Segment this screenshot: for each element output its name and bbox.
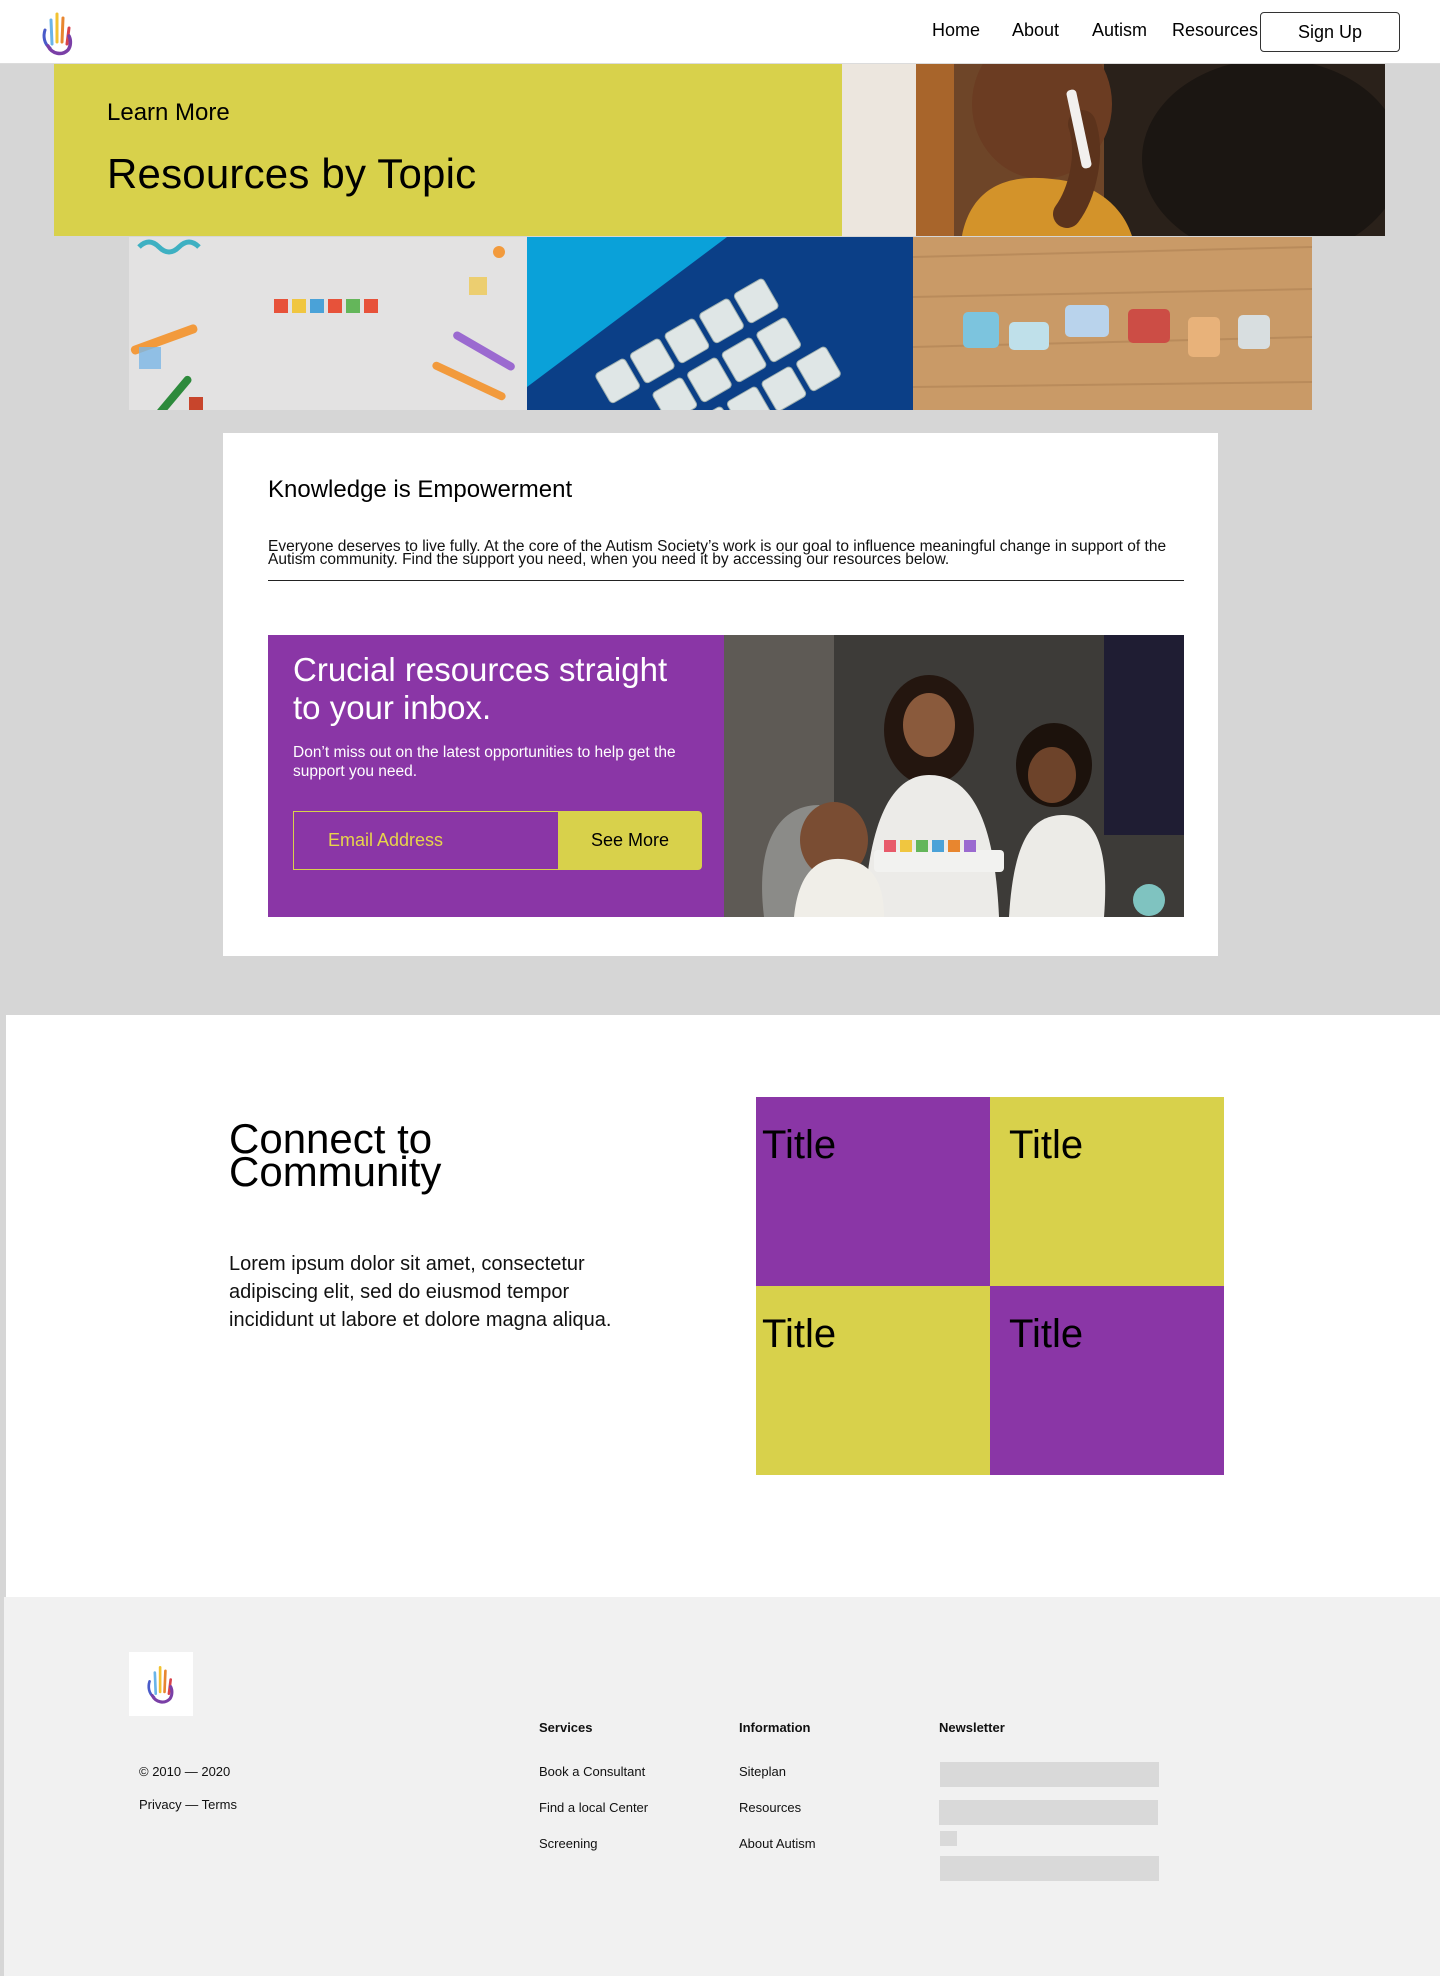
copyright-text: © 2010 — 2020 — [139, 1764, 231, 1779]
footer-link-find-center[interactable]: Find a local Center — [539, 1800, 648, 1815]
community-card-1[interactable]: Title — [756, 1097, 990, 1286]
newsletter-consent-checkbox[interactable] — [940, 1831, 957, 1846]
footer-link-screening[interactable]: Screening — [539, 1836, 598, 1851]
promo-subtitle: Don’t miss out on the latest opportuniti… — [293, 744, 676, 780]
newsletter-name-field[interactable] — [940, 1762, 1159, 1787]
see-more-button[interactable]: See More — [558, 811, 702, 870]
page-edge-strip — [1440, 0, 1446, 1976]
divider — [268, 580, 1184, 581]
community-heading: Connect to Community — [229, 1115, 442, 1195]
footer-link-siteplan[interactable]: Siteplan — [739, 1764, 786, 1779]
hero-kicker: Learn More — [107, 99, 230, 126]
community-card-4[interactable]: Title — [990, 1286, 1224, 1475]
knowledge-body-text: Everyone deserves to live fully. At the … — [268, 538, 1167, 568]
family-photo — [724, 635, 1184, 917]
sign-up-button[interactable]: Sign Up — [1260, 12, 1400, 52]
information-heading: Information — [739, 1720, 811, 1735]
nav-resources-link[interactable]: Resources — [1172, 20, 1258, 41]
knowledge-heading: Knowledge is Empowerment — [268, 476, 573, 503]
hero-photo — [842, 64, 1385, 236]
nav-autism-link[interactable]: Autism — [1092, 20, 1147, 41]
newsletter-submit-button[interactable] — [940, 1856, 1159, 1881]
community-card-title: Title — [1009, 1312, 1084, 1356]
community-card-title: Title — [762, 1123, 837, 1167]
privacy-terms-link[interactable]: Privacy — Terms — [139, 1797, 237, 1812]
hand-logo-icon[interactable] — [38, 8, 78, 58]
promo-title: Crucial resources straight to your inbox… — [293, 651, 668, 726]
hand-logo-icon — [147, 1665, 174, 1704]
email-input[interactable] — [293, 811, 559, 870]
footer-link-about-autism[interactable]: About Autism — [739, 1836, 816, 1851]
community-section — [6, 1015, 1440, 1597]
footer-logo[interactable] — [129, 1652, 193, 1716]
teach-love-support-photo — [527, 237, 913, 410]
services-heading: Services — [539, 1720, 593, 1735]
page-title: Resources by Topic — [107, 150, 477, 197]
community-body-text: Lorem ipsum dolor sit amet, consectetur … — [229, 1253, 612, 1331]
nav-home-link[interactable]: Home — [932, 20, 980, 41]
puzzle-pieces-photo — [913, 237, 1312, 410]
community-card-3[interactable]: Title — [756, 1286, 990, 1475]
community-card-title: Title — [1009, 1123, 1084, 1167]
footer-link-book-consultant[interactable]: Book a Consultant — [539, 1764, 645, 1779]
community-card-title: Title — [762, 1312, 837, 1356]
newsletter-email-field[interactable] — [939, 1800, 1158, 1825]
newsletter-heading: Newsletter — [939, 1720, 1005, 1735]
nav-about-link[interactable]: About — [1012, 20, 1059, 41]
community-card-2[interactable]: Title — [990, 1097, 1224, 1286]
footer — [4, 1597, 1440, 1976]
autism-blocks-photo — [129, 237, 527, 410]
footer-link-resources[interactable]: Resources — [739, 1800, 801, 1815]
